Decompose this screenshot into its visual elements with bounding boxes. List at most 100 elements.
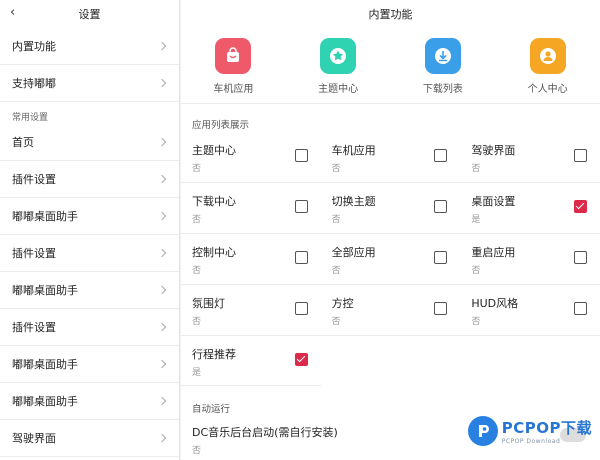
- option-state: 否: [471, 164, 481, 174]
- option-switch-theme[interactable]: 切换主题 否: [321, 183, 461, 233]
- checkbox[interactable]: [294, 200, 308, 213]
- sidebar-item-desktop-assistant[interactable]: 嘟嘟桌面助手: [0, 272, 179, 309]
- option-state: 否: [331, 266, 341, 276]
- sidebar-item-builtin[interactable]: 内置功能: [0, 28, 179, 65]
- chevron-right-icon: [157, 137, 167, 147]
- checkbox[interactable]: [294, 251, 308, 264]
- chevron-right-icon: [157, 396, 167, 406]
- star-icon: [320, 38, 357, 74]
- sidebar-item-label: 内置功能: [12, 40, 56, 53]
- options-row: 控制中心 否 全部应用 否 重启应用 否: [181, 234, 600, 285]
- watermark-sub: PCPOP Download: [501, 438, 561, 445]
- option-car-apps[interactable]: 车机应用 否: [321, 132, 461, 182]
- chevron-right-icon: [157, 359, 167, 369]
- checkbox[interactable]: [574, 251, 588, 264]
- option-state: 否: [331, 164, 341, 174]
- cloud-download-icon: [424, 38, 461, 74]
- sidebar-item-label: 插件设置: [12, 173, 56, 186]
- section-title-app-list: 应用列表展示: [181, 104, 600, 132]
- sidebar-item-desktop-assistant[interactable]: 嘟嘟桌面助手: [0, 383, 179, 420]
- option-state: 否: [192, 266, 202, 276]
- sidebar-item-desktop-assistant[interactable]: 嘟嘟桌面助手: [0, 198, 179, 235]
- bag-icon: [215, 38, 252, 74]
- pcpop-logo-icon: [467, 416, 498, 446]
- page-title: 内置功能: [181, 0, 600, 28]
- chevron-right-icon: [157, 433, 167, 443]
- sidebar-section-label: 常用设置: [12, 113, 49, 123]
- options-row: 行程推荐 是: [181, 336, 321, 386]
- app-label: 主题中心: [318, 84, 359, 95]
- checkbox[interactable]: [434, 251, 448, 264]
- option-all-apps[interactable]: 全部应用 否: [321, 234, 461, 284]
- option-steering-control[interactable]: 方控 否: [321, 285, 461, 335]
- chevron-right-icon: [157, 78, 167, 88]
- sidebar-item-label: 嘟嘟桌面助手: [12, 284, 78, 297]
- option-state: 否: [192, 215, 202, 225]
- options-row: 下载中心 否 切换主题 否 桌面设置 是: [181, 183, 600, 234]
- app-theme-center[interactable]: 主题中心: [293, 38, 383, 103]
- chevron-right-icon: [157, 174, 167, 184]
- sidebar: ‹ 设置 内置功能 支持嘟嘟 常用设置 首页 插件设置 嘟嘟桌面助手 插件设置 …: [0, 0, 180, 460]
- sidebar-item-driving-ui[interactable]: 驾驶界面: [0, 420, 179, 457]
- option-state: 否: [471, 266, 481, 276]
- sidebar-item-label: 插件设置: [12, 247, 56, 260]
- option-state: 否: [192, 317, 202, 327]
- chevron-right-icon: [157, 322, 167, 332]
- sidebar-item-plugin-settings[interactable]: 插件设置: [0, 161, 179, 198]
- option-download-center[interactable]: 下载中心 否: [181, 183, 321, 233]
- checkbox[interactable]: [294, 302, 308, 315]
- sidebar-item-support[interactable]: 支持嘟嘟: [0, 65, 179, 102]
- sidebar-item-label: 插件设置: [12, 321, 56, 334]
- option-ambient-light[interactable]: 氛围灯 否: [181, 285, 321, 335]
- option-state: 否: [331, 215, 341, 225]
- sidebar-item-label: 支持嘟嘟: [12, 77, 56, 90]
- option-control-center[interactable]: 控制中心 否: [181, 234, 321, 284]
- option-state: 是: [471, 215, 481, 225]
- options-row: 氛围灯 否 方控 否 HUD风格 否: [181, 285, 600, 336]
- sidebar-item-label: 驾驶界面: [12, 432, 56, 445]
- checkbox[interactable]: [434, 302, 448, 315]
- checkbox-checked[interactable]: [574, 200, 588, 213]
- app-personal-center[interactable]: 个人中心: [503, 38, 593, 103]
- sidebar-header: ‹ 设置: [0, 0, 179, 28]
- option-trip-recommend[interactable]: 行程推荐 是: [181, 336, 321, 385]
- app-shortcuts: 车机应用 主题中心 下载列表 个人中心: [181, 28, 600, 104]
- option-theme-center[interactable]: 主题中心 否: [181, 132, 321, 182]
- watermark-main: PCPOP下载: [501, 419, 592, 437]
- option-restart-app[interactable]: 重启应用 否: [460, 234, 600, 284]
- person-icon: [529, 38, 566, 74]
- option-state: 否: [192, 164, 202, 174]
- option-hud-style[interactable]: HUD风格 否: [460, 285, 600, 335]
- watermark: PCPOP下载 PCPOP Download: [467, 416, 592, 446]
- main-panel: 内置功能 车机应用 主题中心 下载列表 个人中心 应用列表展示 主题中心 否 车…: [181, 0, 600, 460]
- option-driving-ui[interactable]: 驾驶界面 否: [460, 132, 600, 182]
- sidebar-item-desktop-assistant[interactable]: 嘟嘟桌面助手: [0, 346, 179, 383]
- app-car-apps[interactable]: 车机应用: [188, 38, 278, 103]
- options-row: 主题中心 否 车机应用 否 驾驶界面 否: [181, 132, 600, 183]
- chevron-right-icon: [157, 248, 167, 258]
- chevron-right-icon: [157, 41, 167, 51]
- app-label: 车机应用: [213, 84, 254, 95]
- checkbox[interactable]: [574, 149, 588, 162]
- sidebar-item-plugin-settings[interactable]: 插件设置: [0, 309, 179, 346]
- sidebar-item-label: 嘟嘟桌面助手: [12, 358, 78, 371]
- sidebar-item-plugin-settings[interactable]: 插件设置: [0, 235, 179, 272]
- watermark-text: PCPOP下载 PCPOP Download: [502, 417, 592, 445]
- sidebar-item-home[interactable]: 首页: [0, 124, 179, 161]
- sidebar-item-label: 嘟嘟桌面助手: [12, 395, 78, 408]
- checkbox[interactable]: [294, 149, 308, 162]
- checkbox[interactable]: [434, 149, 448, 162]
- option-state: 否: [471, 317, 481, 327]
- sidebar-item-label: 首页: [12, 136, 34, 149]
- checkbox[interactable]: [574, 302, 588, 315]
- checkbox-checked[interactable]: [295, 353, 308, 366]
- app-download-list[interactable]: 下载列表: [398, 38, 488, 103]
- checkbox[interactable]: [434, 200, 448, 213]
- option-state: 是: [192, 368, 202, 378]
- back-arrow-icon[interactable]: ‹: [10, 5, 15, 20]
- app-label: 下载列表: [422, 84, 463, 95]
- sidebar-title: 设置: [78, 8, 101, 21]
- options-grid: 主题中心 否 车机应用 否 驾驶界面 否 下载中心 否 切换主题 否 桌面设置 …: [181, 132, 600, 386]
- section-title-auto-run: 自动运行: [181, 386, 600, 418]
- option-desktop-settings[interactable]: 桌面设置 是: [460, 183, 600, 233]
